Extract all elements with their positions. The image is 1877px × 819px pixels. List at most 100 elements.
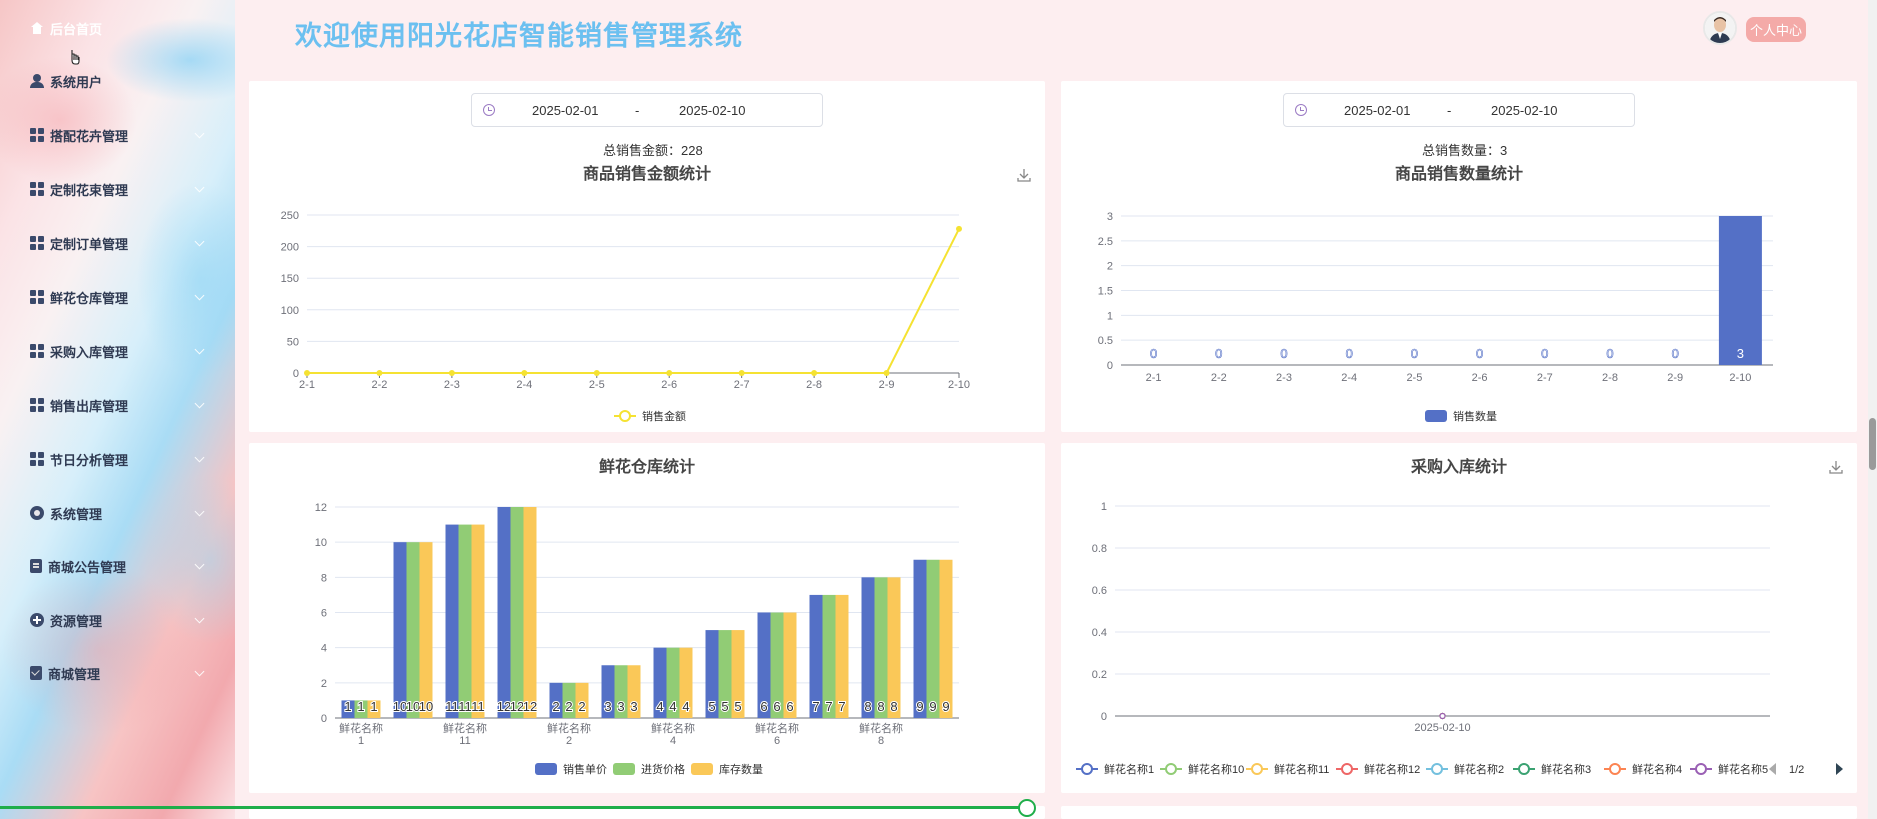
x-tick-label: 2-4	[1341, 372, 1357, 384]
bar	[471, 524, 485, 718]
bar-value-label: 7	[838, 699, 845, 714]
bar	[393, 542, 407, 718]
chevron-down-icon	[194, 506, 205, 517]
bar	[926, 559, 940, 718]
chart-title: 商品销售金额统计	[583, 164, 711, 183]
x-tick-label: 1	[358, 735, 364, 747]
bar-value-label: 11	[458, 699, 472, 714]
sidebar-item-label: 后台首页	[50, 21, 103, 37]
profile-center-button[interactable]: 个人中心	[1746, 17, 1806, 42]
x-tick-label: 4	[670, 735, 676, 747]
sidebar-item[interactable]: 后台首页	[0, 13, 235, 43]
sidebar-item[interactable]: 定制订单管理	[0, 228, 235, 258]
scrollbar-thumb[interactable]	[1869, 418, 1876, 470]
page-progress-line	[0, 806, 1027, 809]
y-tick-label: 100	[281, 305, 299, 317]
legend-swatch-icon	[691, 763, 713, 775]
sidebar-item[interactable]: 搭配花卉管理	[0, 120, 235, 150]
chevron-down-icon	[194, 128, 205, 139]
chevron-down-icon	[194, 182, 205, 193]
legend-label: 鲜花名称3	[1541, 762, 1591, 776]
y-tick-label: 150	[281, 273, 299, 285]
progress-knob[interactable]	[1018, 799, 1036, 817]
y-tick-label: 1	[1101, 501, 1107, 513]
home-icon	[30, 21, 44, 35]
chevron-down-icon	[194, 344, 205, 355]
sidebar-item[interactable]: 采购入库管理	[0, 336, 235, 366]
sidebar-item[interactable]: 商城管理	[0, 658, 235, 688]
x-tick-label: 2-2	[371, 379, 387, 391]
y-tick-label: 3	[1107, 211, 1113, 223]
x-tick-label: 2025-02-10	[1414, 722, 1470, 734]
sidebar-item-label: 节日分析管理	[50, 452, 129, 468]
sales-count-panel: 2025-02-01 - 2025-02-10 总销售数量：3 商品销售数量统计…	[1061, 81, 1857, 432]
next-panel-right	[1061, 806, 1857, 819]
sidebar-item-label: 定制花束管理	[50, 182, 129, 198]
x-tick-label: 2-8	[806, 379, 822, 391]
avatar[interactable]	[1703, 11, 1737, 45]
legend-label: 鲜花名称2	[1454, 762, 1504, 776]
bar	[1718, 216, 1762, 365]
chevron-down-icon	[194, 666, 205, 677]
legend-marker-icon	[1518, 763, 1530, 775]
bar-value-label: 0	[1150, 346, 1157, 361]
x-tick-label: 8	[878, 735, 884, 747]
bar-value-label: 5	[721, 699, 728, 714]
mouse-cursor-icon	[71, 50, 80, 65]
sidebar-item[interactable]: 销售出库管理	[0, 390, 235, 420]
bar-value-label: 4	[656, 699, 663, 714]
legend-marker-icon	[1341, 763, 1353, 775]
legend-next-icon	[1836, 763, 1843, 775]
x-tick-label: 鲜花名称	[547, 721, 591, 735]
bar-value-label: 0	[1411, 346, 1418, 361]
warehouse-panel: 鲜花仓库统计 0 2 4 6 8 10 12 鲜花名称 1 1 1 1 10 10 10 鲜花名称 11 11 11 1…	[249, 443, 1045, 793]
data-point	[811, 370, 818, 376]
user-icon	[30, 74, 44, 88]
x-tick-label: 2-7	[734, 379, 750, 391]
bar-value-label: 11	[445, 699, 459, 714]
x-tick-label: 2-10	[948, 379, 970, 391]
bar-value-label: 1	[370, 699, 377, 714]
plus-circle-icon	[30, 613, 44, 627]
sidebar-item[interactable]: 商城公告管理	[0, 551, 235, 581]
legend-marker-icon	[1081, 763, 1093, 775]
sidebar-item[interactable]: 鲜花仓库管理	[0, 282, 235, 312]
chevron-down-icon	[194, 290, 205, 301]
y-tick-label: 2.5	[1098, 236, 1113, 248]
y-tick-label: 2	[1107, 261, 1113, 273]
y-tick-label: 0	[321, 713, 327, 725]
bar-value-label: 3	[630, 699, 637, 714]
sidebar-item[interactable]: 系统用户	[0, 66, 235, 96]
sidebar-item[interactable]: 系统管理	[0, 498, 235, 528]
y-tick-label: 0.2	[1092, 669, 1107, 681]
sidebar-item[interactable]: 节日分析管理	[0, 444, 235, 474]
legend-swatch-icon	[535, 763, 557, 775]
bar-value-label: 6	[786, 699, 793, 714]
chevron-down-icon	[194, 398, 205, 409]
bar-value-label: 5	[708, 699, 715, 714]
chart-title: 鲜花仓库统计	[599, 457, 695, 476]
x-tick-label: 鲜花名称	[651, 721, 695, 735]
page-title: 欢迎使用阳光花店智能销售管理系统	[295, 21, 743, 51]
x-tick-label: 2-2	[1211, 372, 1227, 384]
x-tick-label: 鲜花名称	[443, 721, 487, 735]
sidebar-item-label: 鲜花仓库管理	[50, 290, 129, 306]
sidebar-item[interactable]: 定制花束管理	[0, 174, 235, 204]
chevron-down-icon	[194, 613, 205, 624]
sidebar-item[interactable]: 资源管理	[0, 605, 235, 635]
bar-value-label: 8	[890, 699, 897, 714]
x-tick-label: 11	[459, 735, 470, 747]
bar	[497, 507, 511, 718]
sidebar-item-label: 销售出库管理	[50, 398, 129, 414]
y-tick-label: 8	[321, 572, 327, 584]
bar-value-label: 2	[552, 699, 559, 714]
y-tick-label: 10	[315, 537, 327, 549]
legend-marker-icon	[1431, 763, 1443, 775]
sidebar-item-label: 搭配花卉管理	[50, 128, 129, 144]
bar-value-label: 0	[1476, 346, 1483, 361]
legend-label: 进货价格	[641, 762, 685, 776]
y-tick-label: 0.5	[1098, 335, 1113, 347]
scrollbar[interactable]	[1868, 0, 1877, 819]
bar-value-label: 6	[760, 699, 767, 714]
data-point	[666, 370, 673, 376]
